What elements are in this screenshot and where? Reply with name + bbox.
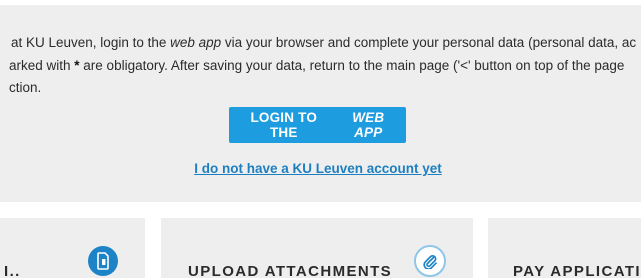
card-upload-attachments[interactable]: UPLOAD ATTACHMENTS xyxy=(161,218,473,278)
card-pay-application-title: PAY APPLICATI xyxy=(513,263,641,278)
instructions-line-3: ction. xyxy=(0,77,641,100)
instructions-line-1-part-a: at KU Leuven, login to the xyxy=(11,35,171,50)
paperclip-icon xyxy=(414,245,446,277)
instructions-panel: at KU Leuven, login to the web app via y… xyxy=(0,5,641,202)
no-account-link[interactable]: I do not have a KU Leuven account yet xyxy=(193,161,443,176)
instructions-line-2: arked with * are obligatory. After savin… xyxy=(0,55,641,78)
instructions-line-3-text: ction. xyxy=(9,80,42,95)
login-button-emphasis: WEB APP xyxy=(352,110,385,140)
web-app-emphasis: web app xyxy=(170,35,222,50)
card-personal-data-title: I.. xyxy=(4,263,21,278)
login-button-label: LOGIN TO THE xyxy=(250,110,318,140)
instructions-line-2-part-b: are obligatory. After saving your data, … xyxy=(79,57,625,73)
card-personal-data[interactable]: I.. xyxy=(0,218,145,278)
instructions-line-2-part-a: arked with xyxy=(9,57,75,73)
required-asterisk: * xyxy=(74,57,80,73)
login-web-app-button[interactable]: LOGIN TO THE WEB APP xyxy=(229,107,406,143)
document-phone-icon xyxy=(88,246,118,276)
instructions-text: at KU Leuven, login to the web app via y… xyxy=(0,32,641,100)
card-pay-application[interactable]: PAY APPLICATI xyxy=(488,218,641,278)
instructions-line-1-part-b: via your browser and complete your perso… xyxy=(221,35,637,50)
card-upload-attachments-title: UPLOAD ATTACHMENTS xyxy=(188,263,393,278)
instructions-line-1: at KU Leuven, login to the web app via y… xyxy=(0,32,641,55)
